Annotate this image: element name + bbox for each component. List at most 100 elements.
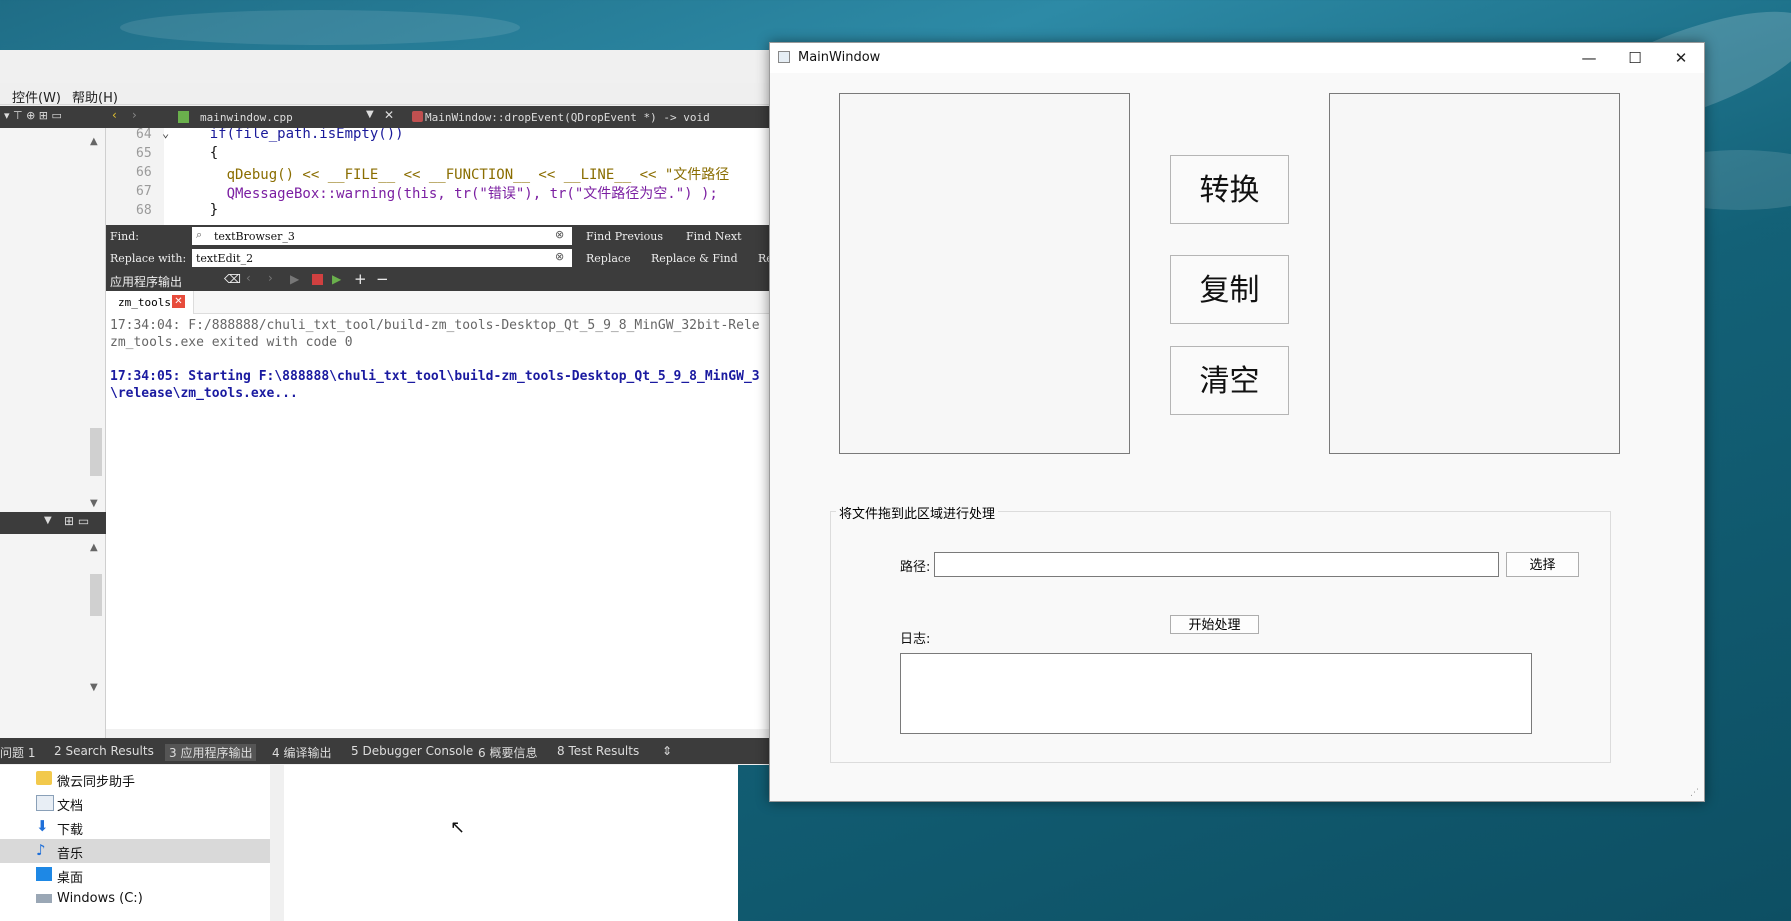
menu-help[interactable]: 帮助(H): [72, 87, 118, 106]
stop-icon[interactable]: [312, 274, 323, 285]
next-icon[interactable]: ›: [268, 271, 273, 285]
attach-icon[interactable]: ▶: [332, 272, 341, 286]
tab-issues[interactable]: 问题 1: [0, 744, 35, 761]
scroll-up-icon[interactable]: ▲: [90, 542, 98, 553]
close-icon[interactable]: ✕: [1658, 43, 1704, 73]
nav-item-label: Windows (C:): [57, 891, 143, 906]
output-line: 17:34:05: Starting F:\888888\chuli_txt_t…: [110, 369, 760, 384]
project-tree-pane[interactable]: ▲ ▼: [0, 128, 106, 513]
nav-item-weiyun[interactable]: 微云同步助手: [0, 767, 270, 791]
convert-button[interactable]: 转换: [1170, 155, 1289, 224]
close-icon[interactable]: ✕: [384, 108, 394, 122]
tab-application-output[interactable]: 3 应用程序输出: [165, 744, 257, 761]
split-icon[interactable]: ⊞ ▭: [64, 514, 89, 528]
log-text-edit[interactable]: [900, 653, 1532, 734]
music-icon: ♪: [36, 841, 46, 859]
line-number: 64: [136, 127, 152, 142]
nav-item-label: 微云同步助手: [57, 775, 136, 790]
find-label: Find:: [110, 230, 139, 243]
chevron-down-icon[interactable]: ▼: [44, 515, 52, 526]
chevron-down-icon[interactable]: ▼: [366, 109, 374, 120]
find-bar: Find: ⌕ textBrowser_3 ⊗ Find Previous Fi…: [106, 225, 770, 269]
file-tab[interactable]: mainwindow.cpp: [200, 111, 293, 124]
back-icon[interactable]: ‹: [112, 108, 117, 122]
tab-test-results[interactable]: 8 Test Results: [557, 744, 639, 758]
output-text-browser[interactable]: [1329, 93, 1620, 454]
symbol-selector[interactable]: MainWindow::dropEvent(QDropEvent *) -> v…: [425, 111, 710, 124]
nav-item-label: 文档: [57, 799, 84, 814]
output-line: \release\zm_tools.exe...: [110, 386, 298, 401]
nav-item-label: 下载: [57, 823, 84, 838]
nav-item-documents[interactable]: 文档: [0, 791, 270, 815]
tab-debugger-console[interactable]: 5 Debugger Console: [351, 744, 473, 758]
clear-button[interactable]: 清空: [1170, 346, 1289, 415]
minus-icon[interactable]: −: [376, 270, 389, 288]
clear-icon[interactable]: ⊗: [555, 250, 564, 263]
output-tab[interactable]: zm_tools ✕: [106, 291, 194, 314]
nav-item-music[interactable]: ♪ 音乐: [0, 839, 270, 863]
search-icon: ⌕: [196, 228, 203, 241]
find-input[interactable]: ⌕ textBrowser_3 ⊗: [192, 227, 572, 245]
nav-item-drive-c[interactable]: Windows (C:): [0, 887, 270, 911]
find-previous-button[interactable]: Find Previous: [586, 230, 663, 243]
code-editor[interactable]: if(file_path.isEmpty()) { qDebug() << __…: [106, 128, 770, 228]
menu-controls[interactable]: 控件(W): [12, 87, 61, 106]
line-number: 66: [136, 165, 152, 180]
drive-icon: [36, 894, 52, 903]
open-documents-pane[interactable]: ▲ ▼: [0, 534, 106, 738]
tab-general-messages[interactable]: 6 概要信息: [478, 744, 537, 761]
replace-input[interactable]: textEdit_2 ⊗: [192, 249, 572, 267]
log-label: 日志:: [900, 632, 931, 647]
editor-toolbar: ▾ ⊤ ⊕ ⊞ ▭ ‹ › mainwindow.cpp ▼ ✕ MainWin…: [0, 106, 770, 128]
clean-icon[interactable]: ⌫: [224, 272, 241, 286]
minimize-icon[interactable]: —: [1566, 43, 1612, 73]
qt-creator-window: 控件(W) 帮助(H) ▾ ⊤ ⊕ ⊞ ▭ ‹ › mainwindow.cpp…: [0, 50, 770, 765]
main-window: MainWindow — ☐ ✕ 转换 复制 清空 将文件拖到此区域进行处理 路…: [769, 42, 1705, 802]
copy-button[interactable]: 复制: [1170, 255, 1289, 324]
bottom-pane-tabs: 问题 1 2 Search Results 3 应用程序输出 4 编译输出 5 …: [0, 738, 770, 764]
nav-item-desktop[interactable]: 桌面: [0, 863, 270, 887]
code-line: {: [176, 145, 219, 161]
code-line: QMessageBox::warning(this, tr("错误"), tr(…: [176, 186, 718, 202]
menu-bar: 控件(W) 帮助(H): [0, 83, 770, 106]
start-processing-button[interactable]: 开始处理: [1170, 615, 1259, 634]
nav-item-label: 音乐: [57, 847, 84, 862]
tab-search-results[interactable]: 2 Search Results: [54, 744, 154, 758]
choose-button[interactable]: 选择: [1506, 552, 1579, 577]
tabs-more-icon[interactable]: ⇕: [662, 744, 672, 758]
download-icon: ⬇: [36, 817, 49, 835]
fold-icon[interactable]: ⌄: [162, 126, 169, 140]
output-line: 17:34:04: F:/888888/chuli_txt_tool/build…: [110, 318, 760, 333]
forward-icon[interactable]: ›: [132, 108, 137, 122]
tab-compile-output[interactable]: 4 编译输出: [272, 744, 331, 761]
input-text-edit[interactable]: [839, 93, 1130, 454]
scrollbar-thumb[interactable]: [90, 574, 102, 616]
nav-item-label: 桌面: [57, 871, 84, 886]
run-icon[interactable]: ▶: [290, 272, 299, 286]
output-title: 应用程序输出: [110, 275, 183, 289]
file-list-pane[interactable]: [284, 765, 738, 921]
resize-grip-icon[interactable]: ⋰: [1690, 788, 1699, 798]
symbol-icon: [412, 111, 423, 122]
path-input[interactable]: [934, 552, 1499, 577]
prev-icon[interactable]: ‹: [246, 271, 251, 285]
application-output[interactable]: 17:34:04: F:/888888/chuli_txt_tool/build…: [106, 314, 770, 729]
pane-toolbar: ▼ ⊞ ▭: [0, 512, 106, 534]
clear-icon[interactable]: ⊗: [555, 228, 564, 241]
window-title: MainWindow: [798, 50, 881, 65]
scroll-up-icon[interactable]: ▲: [90, 136, 98, 147]
find-next-button[interactable]: Find Next: [686, 230, 742, 243]
scrollbar-thumb[interactable]: [90, 428, 102, 476]
replace-find-button[interactable]: Replace & Find: [651, 252, 738, 265]
filter-icon[interactable]: ▾ ⊤ ⊕ ⊞ ▭: [4, 109, 62, 122]
plus-icon[interactable]: +: [354, 270, 367, 288]
file-explorer-window: 微云同步助手 文档 ⬇ 下载 ♪ 音乐 桌面 Windows (C:) ↖: [0, 765, 738, 921]
nav-item-downloads[interactable]: ⬇ 下载: [0, 815, 270, 839]
scroll-down-icon[interactable]: ▼: [90, 682, 98, 693]
close-icon[interactable]: ✕: [172, 295, 185, 308]
maximize-icon[interactable]: ☐: [1612, 43, 1658, 73]
scroll-down-icon[interactable]: ▼: [90, 498, 98, 509]
nav-scrollbar[interactable]: [270, 765, 284, 921]
replace-button[interactable]: Replace: [586, 252, 631, 265]
title-bar: MainWindow — ☐ ✕: [770, 43, 1704, 73]
